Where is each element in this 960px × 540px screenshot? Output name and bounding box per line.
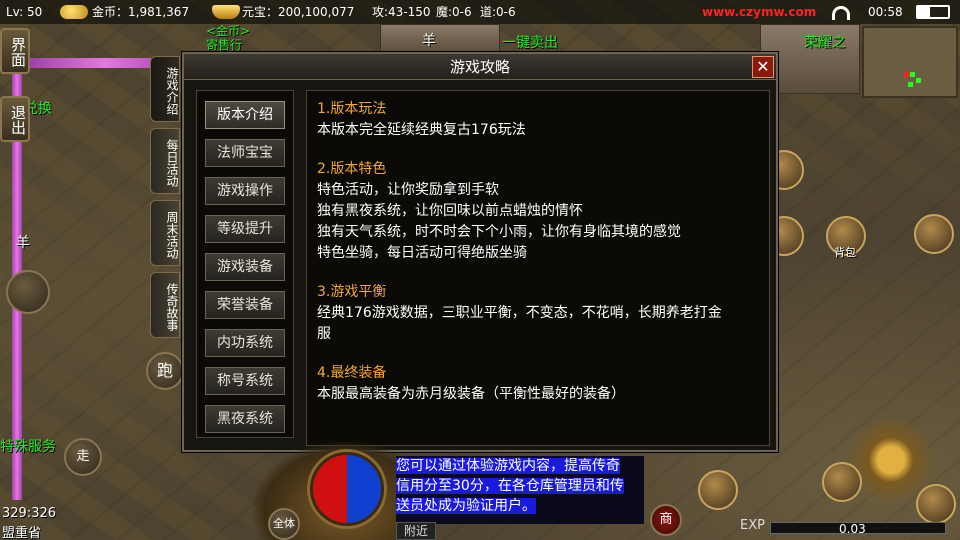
close-button[interactable]: ✕ <box>752 56 774 78</box>
sheep-top-label: 羊 <box>422 33 436 49</box>
guide-content: 1.版本玩法 本版本完全延续经典复古176玩法 2.版本特色 特色活动，让你奖励… <box>306 90 770 446</box>
menu-item-titles[interactable]: 称号系统 <box>205 367 285 395</box>
section-balance: 3.游戏平衡 经典176游戏数据，三职业平衡，不变态，不花哨，长期养老打金 服 <box>317 282 759 345</box>
minimap-npc-marker <box>910 72 915 77</box>
exp-label: EXP <box>740 518 765 533</box>
dialog-title: 游戏攻略 <box>184 54 776 80</box>
wifi-icon <box>832 6 850 20</box>
map-name: 盟重省 <box>2 526 42 540</box>
star-skill-button[interactable] <box>914 214 954 254</box>
yuanbao-amount: 元宝：200,100,077 <box>242 5 355 19</box>
section-line: 独有黑夜系统，让你回味以前点蜡烛的情怀 <box>317 203 583 219</box>
menu-item-inner-power[interactable]: 内功系统 <box>205 329 285 357</box>
menu-item-equipment[interactable]: 游戏装备 <box>205 253 285 281</box>
section-title: 1.版本玩法 <box>317 101 387 117</box>
section-title: 4.最终装备 <box>317 365 387 381</box>
section-line: 本服最高装备为赤月级装备（平衡性最好的装备） <box>317 386 625 402</box>
tab-game-intro[interactable]: 游戏介绍 <box>150 56 180 122</box>
building-top-center <box>380 24 500 54</box>
battery-icon <box>916 5 950 19</box>
walk-button[interactable]: 走 <box>64 438 102 476</box>
section-line: 独有天气系统，时不时会下个小雨，让你有身临其境的感觉 <box>317 224 681 240</box>
chat-line: 送员处成为验证用户。 <box>396 498 536 514</box>
section-title: 3.游戏平衡 <box>317 284 387 300</box>
section-final-equipment: 4.最终装备 本服最高装备为赤月级装备（平衡性最好的装备） <box>317 363 759 405</box>
section-line: 经典176游戏数据，三职业平衡，不变态，不花哨，长期养老打金 <box>317 305 722 321</box>
exit-button[interactable]: 退出 <box>0 96 30 142</box>
section-line: 特色活动，让你奖励拿到手软 <box>317 182 499 198</box>
attack-mode-button[interactable]: 全体 <box>268 508 300 540</box>
gold-amount: 金币：1,981,367 <box>92 5 190 19</box>
level-label: Lv: 50 <box>6 5 43 19</box>
interface-button[interactable]: 界面 <box>0 28 30 74</box>
section-line: 本版本完全延续经典复古176玩法 <box>317 122 526 138</box>
chat-box[interactable]: 您可以通过体验游戏内容，提高传奇 信用分至30分，在各仓库管理员和传 送员处成为… <box>396 456 644 524</box>
section-line: 服 <box>317 326 331 342</box>
consignment-npc-label[interactable]: 寄售行 <box>206 36 242 53</box>
menu-item-leveling[interactable]: 等级提升 <box>205 215 285 243</box>
tab-daily-activity[interactable]: 每日活动 <box>150 128 180 194</box>
website-label: www.czymw.com <box>702 5 817 19</box>
tab-weekend-activity[interactable]: 周末活动 <box>150 200 180 266</box>
yuanbao-ingot-icon <box>212 5 240 19</box>
hp-mp-orb <box>310 452 384 526</box>
menu-item-night-system[interactable]: 黑夜系统 <box>205 405 285 433</box>
character-portrait[interactable] <box>6 270 50 314</box>
menu-item-honor-equipment[interactable]: 荣誉装备 <box>205 291 285 319</box>
exp-bar: EXP 0.03 <box>740 518 950 536</box>
minimap[interactable] <box>862 26 958 98</box>
section-features: 2.版本特色 特色活动，让你奖励拿到手软 独有黑夜系统，让你回味以前点蜡烛的情怀… <box>317 159 759 264</box>
exp-track: 0.03 <box>770 522 946 536</box>
menu-item-game-controls[interactable]: 游戏操作 <box>205 177 285 205</box>
tab-legend-story[interactable]: 传奇故事 <box>150 272 180 338</box>
status-bar: Lv: 50 金币：1,981,367 元宝：200,100,077 攻:43-… <box>0 0 960 24</box>
chat-line: 信用分至30分，在各仓库管理员和传 <box>396 478 624 494</box>
menu-item-mage-pet[interactable]: 法师宝宝 <box>205 139 285 167</box>
honor-npc-label[interactable]: 荣耀之 <box>804 32 846 52</box>
clock: 00:58 <box>868 5 903 19</box>
run-button[interactable]: 跑 <box>146 352 184 390</box>
attack-stat: 攻:43-150 <box>372 5 431 19</box>
skill-button[interactable] <box>916 484 956 524</box>
magic-stat: 魔:0-6 <box>436 5 472 19</box>
chat-tab-nearby[interactable]: 附近 <box>396 522 436 540</box>
menu-item-version-intro[interactable]: 版本介绍 <box>205 101 285 129</box>
minimap-npc-marker <box>916 78 921 83</box>
gold-coin-icon <box>60 5 88 19</box>
minimap-player-marker <box>904 72 909 77</box>
shop-button[interactable]: 商 <box>650 504 682 536</box>
settings-button[interactable] <box>698 470 738 510</box>
minimap-npc-marker <box>908 82 913 87</box>
chat-line: 您可以通过体验游戏内容，提高传奇 <box>396 458 620 474</box>
sheep-left-label: 羊 <box>16 235 30 251</box>
tao-stat: 道:0-6 <box>480 5 516 19</box>
player-coordinates: 329:326 <box>2 506 57 521</box>
special-service-label[interactable]: 特殊服务 <box>0 436 56 456</box>
skill-button[interactable] <box>822 462 862 502</box>
guide-menu: 版本介绍 法师宝宝 游戏操作 等级提升 游戏装备 荣誉装备 内功系统 称号系统 … <box>196 90 294 438</box>
section-gameplay: 1.版本玩法 本版本完全延续经典复古176玩法 <box>317 99 759 141</box>
game-guide-dialog: 游戏攻略 ✕ 版本介绍 法师宝宝 游戏操作 等级提升 游戏装备 荣誉装备 内功系… <box>182 52 778 452</box>
bag-label: 背包 <box>834 246 856 259</box>
one-click-sell-label[interactable]: 一键卖出 <box>502 32 558 52</box>
section-line: 特色坐骑，每日活动可得绝版坐骑 <box>317 245 527 261</box>
section-title: 2.版本特色 <box>317 161 387 177</box>
exp-value: 0.03 <box>839 522 866 536</box>
